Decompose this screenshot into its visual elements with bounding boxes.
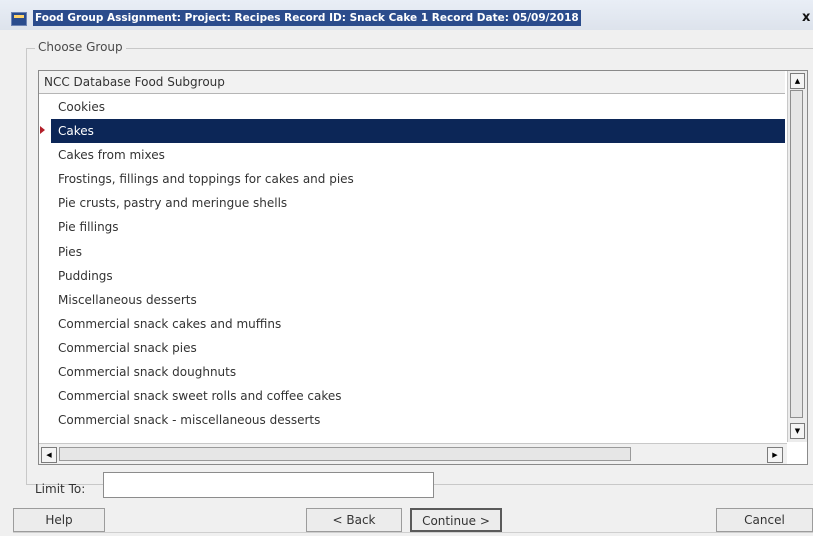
dialog-body: Choose Group NCC Database Food Subgroup … [0, 30, 813, 536]
list-item-label: Miscellaneous desserts [58, 292, 197, 307]
subgroup-list: Cookies Cakes Cakes from mixes Frostings… [39, 95, 785, 430]
list-item[interactable]: Cookies [39, 95, 785, 119]
list-item[interactable]: Miscellaneous desserts [39, 288, 785, 312]
list-item-label: Commercial snack sweet rolls and coffee … [58, 389, 342, 404]
list-item[interactable]: Commercial snack doughnuts [39, 360, 785, 384]
horizontal-scroll-thumb[interactable] [59, 447, 631, 461]
title-bar: Food Group Assignment: Project: Recipes … [0, 0, 813, 30]
scroll-up-arrow-icon[interactable]: ▲ [790, 73, 805, 89]
list-item-label: Pie fillings [58, 220, 119, 235]
column-header-food-subgroup[interactable]: NCC Database Food Subgroup [39, 71, 785, 94]
list-item[interactable]: Commercial snack pies [39, 336, 785, 360]
vertical-scrollbar[interactable]: ▲ ▼ [787, 71, 807, 442]
list-item-label: Commercial snack doughnuts [58, 365, 237, 380]
list-item-selected[interactable]: Cakes [40, 119, 785, 144]
continue-button[interactable]: Continue > [410, 508, 502, 532]
list-item[interactable]: Commercial snack sweet rolls and coffee … [39, 384, 785, 408]
list-item[interactable]: Frostings, fillings and toppings for cak… [39, 167, 785, 191]
limit-to-label: Limit To: [35, 482, 86, 496]
limit-to-input[interactable] [103, 472, 434, 498]
list-item[interactable]: Pies [39, 240, 785, 264]
list-item[interactable]: Pie fillings [39, 215, 785, 239]
cancel-button[interactable]: Cancel [716, 508, 813, 532]
vertical-scroll-thumb[interactable] [790, 90, 803, 418]
horizontal-scrollbar[interactable]: ◀ ▶ [39, 443, 787, 464]
scroll-down-arrow-icon[interactable]: ▼ [790, 423, 805, 439]
list-item-label: Frostings, fillings and toppings for cak… [58, 172, 354, 187]
list-item-label: Cakes [58, 124, 94, 139]
scroll-left-arrow-icon[interactable]: ◀ [41, 447, 57, 463]
window-title: Food Group Assignment: Project: Recipes … [33, 10, 581, 26]
list-item-label: Commercial snack - miscellaneous dessert… [58, 413, 321, 428]
list-item-label: Pie crusts, pastry and meringue shells [58, 196, 288, 211]
list-item[interactable]: Puddings [39, 264, 785, 288]
list-item[interactable]: Cakes from mixes [39, 143, 785, 167]
list-item[interactable]: Pie crusts, pastry and meringue shells [39, 191, 785, 215]
list-item-label: Puddings [58, 268, 113, 283]
list-item-label: Commercial snack pies [58, 340, 197, 355]
list-item-label: Cookies [58, 100, 105, 114]
help-button[interactable]: Help [13, 508, 105, 532]
app-icon [11, 12, 27, 26]
scroll-right-arrow-icon[interactable]: ▶ [767, 447, 783, 463]
list-item[interactable]: Commercial snack cakes and muffins [39, 312, 785, 336]
current-row-marker-icon [40, 126, 45, 135]
back-button[interactable]: < Back [306, 508, 402, 532]
close-icon[interactable]: x [802, 10, 810, 26]
list-item-label: Cakes from mixes [58, 148, 165, 163]
divider [13, 532, 813, 533]
choose-group-legend: Choose Group [35, 40, 126, 54]
food-subgroup-grid[interactable]: NCC Database Food Subgroup Cookies Cakes… [38, 70, 808, 465]
list-item[interactable]: Commercial snack - miscellaneous dessert… [39, 408, 785, 432]
list-item-label: Pies [58, 244, 82, 259]
list-item-label: Commercial snack cakes and muffins [58, 316, 282, 331]
